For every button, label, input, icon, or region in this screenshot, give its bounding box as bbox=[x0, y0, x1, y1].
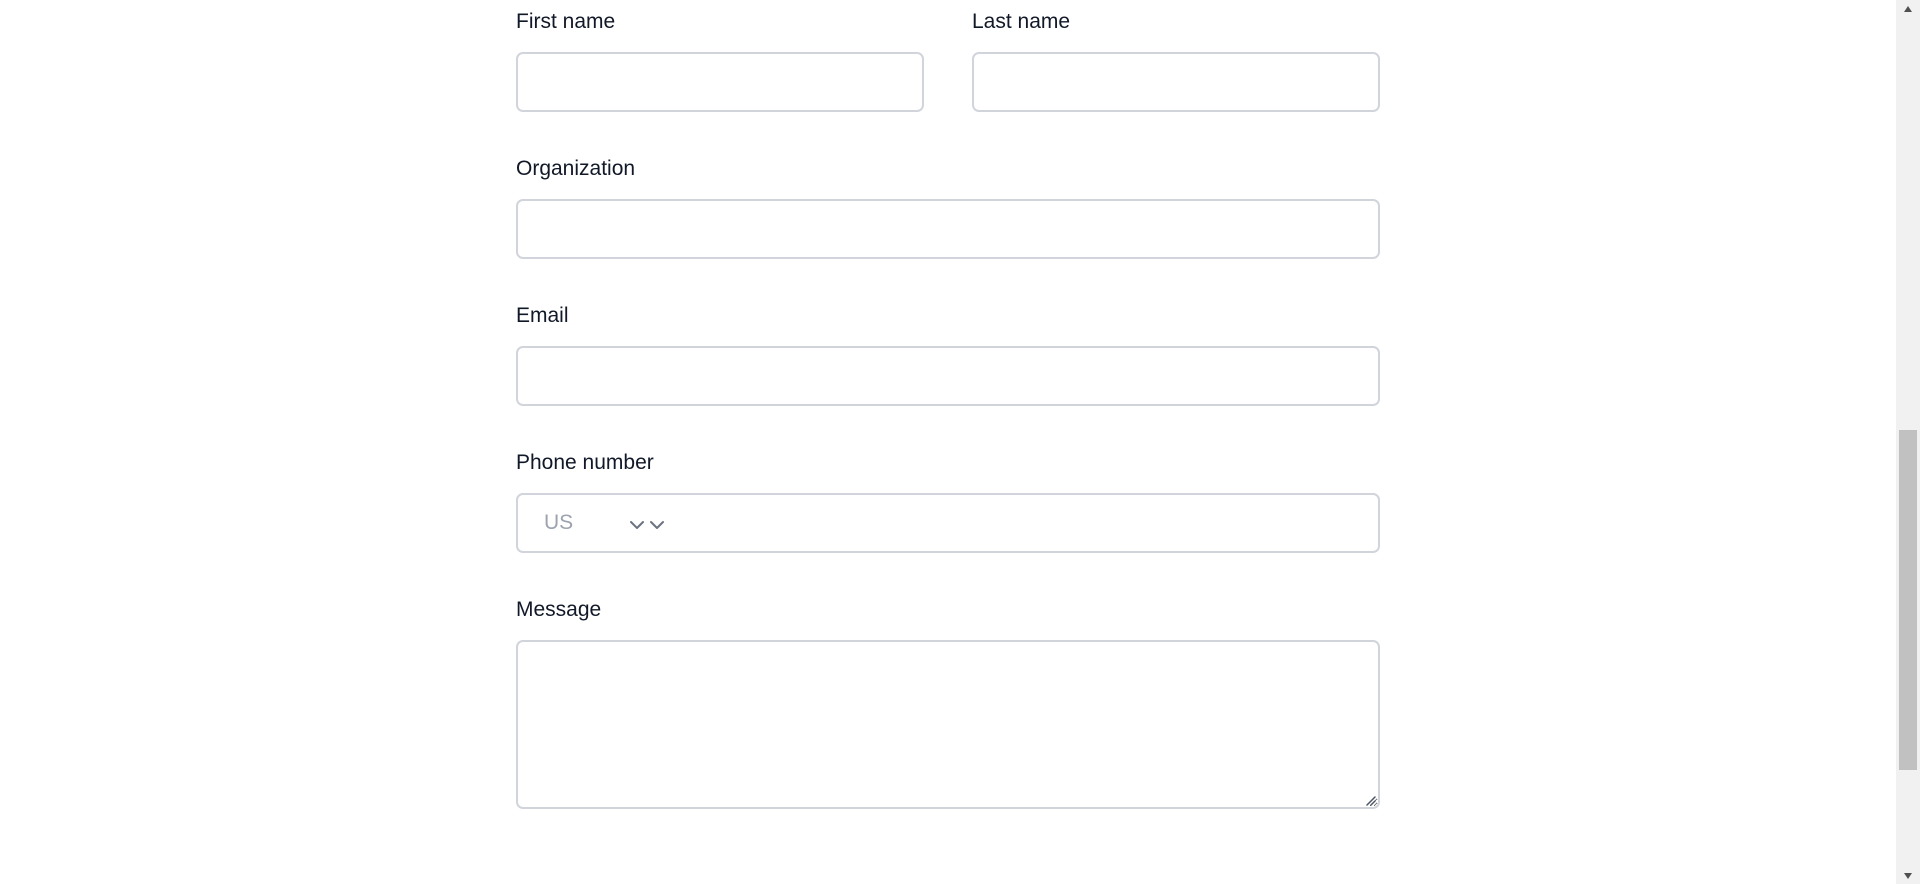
triangle-down-icon[interactable] bbox=[1896, 867, 1920, 884]
chevron-down-icon bbox=[650, 517, 664, 535]
email-input[interactable] bbox=[516, 346, 1380, 406]
chevron-down-icon bbox=[630, 517, 644, 535]
last-name-label: Last name bbox=[972, 10, 1071, 33]
message-field bbox=[516, 640, 1380, 809]
scrollbar-thumb[interactable] bbox=[1899, 430, 1917, 770]
country-code-value: US bbox=[544, 511, 574, 534]
last-name-input[interactable] bbox=[972, 52, 1380, 112]
phone-number-label: Phone number bbox=[516, 451, 654, 474]
organization-input[interactable] bbox=[516, 199, 1380, 259]
email-label: Email bbox=[516, 304, 569, 327]
first-name-label: First name bbox=[516, 10, 616, 33]
phone-number-input[interactable] bbox=[668, 497, 1374, 549]
message-textarea[interactable] bbox=[516, 640, 1380, 809]
first-name-input[interactable] bbox=[516, 52, 924, 112]
contact-form-page: First name Last name Organization Email … bbox=[0, 0, 1920, 884]
vertical-scrollbar[interactable] bbox=[1896, 0, 1920, 884]
phone-number-field: US bbox=[516, 493, 1380, 553]
organization-label: Organization bbox=[516, 157, 636, 180]
triangle-up-icon[interactable] bbox=[1896, 0, 1920, 17]
country-code-select[interactable]: US bbox=[544, 495, 664, 551]
message-label: Message bbox=[516, 598, 602, 621]
